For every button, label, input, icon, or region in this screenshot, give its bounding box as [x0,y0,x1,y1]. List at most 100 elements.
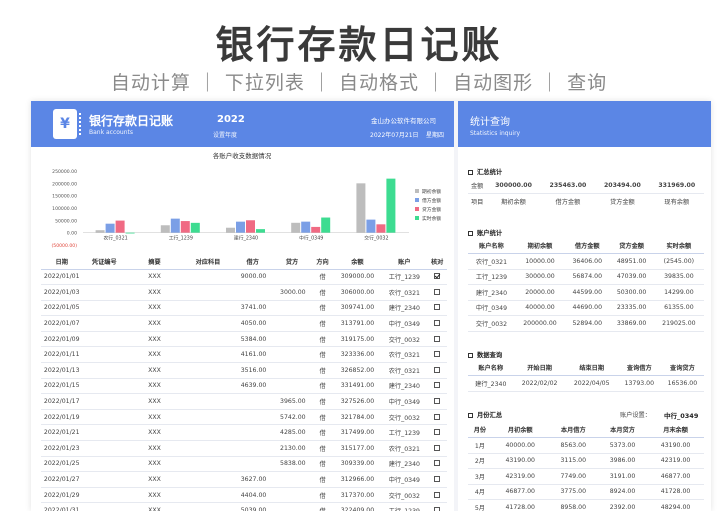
journal-cell-account[interactable]: 农行_0321 [381,284,428,301]
journal-cell-account[interactable]: 交行_0032 [381,409,428,426]
journal-cell-date[interactable]: 2022/01/11 [41,346,83,364]
journal-cell-balance[interactable]: 326852.00 [333,362,382,379]
journal-cell-subject[interactable] [182,315,234,332]
journal-cell-debit[interactable]: 3627.00 [233,471,273,488]
journal-cell-date[interactable]: 2022/01/25 [41,456,83,473]
journal-cell-account[interactable]: 建行_2340 [381,456,428,473]
journal-cell-subject[interactable] [182,487,234,504]
journal-cell-balance[interactable]: 312966.00 [333,471,382,488]
journal-cell-subject[interactable] [182,300,234,317]
journal-cell-voucher[interactable] [82,362,127,379]
journal-cell-desc[interactable]: XXX [126,440,183,457]
journal-cell-debit[interactable] [233,456,273,473]
journal-cell-balance[interactable]: 319175.00 [333,331,382,348]
check-checkbox[interactable] [434,398,441,405]
journal-cell-account[interactable]: 农行_0321 [381,362,428,379]
journal-cell-date[interactable]: 2022/01/27 [41,471,83,488]
journal-cell-credit[interactable]: 2130.00 [272,440,312,457]
journal-cell-desc[interactable]: XXX [126,346,183,364]
journal-cell-desc[interactable]: XXX [126,331,183,348]
journal-cell-account[interactable]: 农行_0321 [381,346,428,364]
journal-cell-date[interactable]: 2022/01/01 [41,269,83,286]
journal-cell-voucher[interactable] [82,487,127,504]
journal-cell-date[interactable]: 2022/01/29 [41,487,83,504]
journal-cell-credit[interactable] [272,471,312,488]
journal-cell-date[interactable]: 2022/01/07 [41,315,83,332]
journal-cell-balance[interactable]: 309339.00 [333,456,382,473]
check-checkbox[interactable] [434,476,441,483]
journal-cell-credit[interactable] [272,487,312,504]
journal-cell-account[interactable]: 工行_1239 [381,424,428,442]
journal-cell-credit[interactable] [272,300,312,317]
journal-cell-credit[interactable]: 4285.00 [272,424,312,442]
query-cell[interactable]: 建行_2340 [468,375,514,392]
check-checkbox[interactable] [434,304,441,311]
journal-cell-subject[interactable] [182,471,234,488]
year-value[interactable]: 2022 [217,114,245,125]
journal-cell-subject[interactable] [182,346,234,364]
journal-cell-debit[interactable] [233,284,273,301]
journal-cell-debit[interactable]: 4161.00 [233,346,273,364]
check-checkbox[interactable] [434,288,441,295]
journal-cell-voucher[interactable] [82,331,127,348]
journal-cell-desc[interactable]: XXX [126,456,183,473]
journal-cell-desc[interactable]: XXX [126,284,183,301]
journal-cell-balance[interactable]: 331491.00 [333,378,382,395]
journal-cell-date[interactable]: 2022/01/31 [41,502,83,511]
journal-cell-balance[interactable]: 317370.00 [333,487,382,504]
journal-cell-desc[interactable]: XXX [126,315,183,332]
journal-cell-desc[interactable]: XXX [126,393,183,410]
journal-cell-voucher[interactable] [82,284,127,301]
journal-cell-date[interactable]: 2022/01/23 [41,440,83,457]
journal-cell-debit[interactable]: 4639.00 [233,378,273,395]
journal-cell-debit[interactable]: 4050.00 [233,315,273,332]
journal-cell-credit[interactable]: 3965.00 [272,393,312,410]
journal-cell-date[interactable]: 2022/01/15 [41,378,83,395]
journal-cell-account[interactable]: 工行_1239 [381,502,428,511]
journal-cell-debit[interactable]: 4404.00 [233,487,273,504]
journal-cell-balance[interactable]: 322409.00 [333,502,382,511]
journal-cell-date[interactable]: 2022/01/03 [41,284,83,301]
journal-cell-debit[interactable]: 3741.00 [233,300,273,317]
journal-cell-voucher[interactable] [82,502,127,511]
journal-cell-credit[interactable] [272,331,312,348]
journal-cell-voucher[interactable] [82,269,127,286]
journal-cell-desc[interactable]: XXX [126,362,183,379]
journal-cell-desc[interactable]: XXX [126,487,183,504]
journal-cell-subject[interactable] [182,502,234,511]
journal-cell-debit[interactable]: 5384.00 [233,331,273,348]
journal-cell-debit[interactable] [233,440,273,457]
journal-cell-credit[interactable]: 5742.00 [272,409,312,426]
journal-cell-subject[interactable] [182,378,234,395]
journal-cell-balance[interactable]: 323336.00 [333,346,382,364]
journal-cell-balance[interactable]: 313791.00 [333,315,382,332]
journal-cell-account[interactable]: 交行_0032 [381,487,428,504]
check-checkbox[interactable] [434,351,441,358]
journal-cell-subject[interactable] [182,424,234,442]
journal-cell-debit[interactable]: 3516.00 [233,362,273,379]
journal-cell-account[interactable]: 农行_0321 [381,440,428,457]
journal-cell-date[interactable]: 2022/01/13 [41,362,83,379]
journal-cell-debit[interactable]: 9000.00 [233,269,273,286]
journal-cell-desc[interactable]: XXX [126,409,183,426]
check-checkbox[interactable] [434,507,441,511]
journal-cell-balance[interactable]: 327526.00 [333,393,382,410]
check-checkbox[interactable] [434,491,441,498]
journal-cell-voucher[interactable] [82,393,127,410]
journal-cell-balance[interactable]: 321784.00 [333,409,382,426]
journal-cell-credit[interactable]: 5838.00 [272,456,312,473]
journal-cell-subject[interactable] [182,409,234,426]
journal-cell-balance[interactable]: 317499.00 [333,424,382,442]
check-checkbox[interactable] [434,382,441,389]
journal-cell-desc[interactable]: XXX [126,269,183,286]
check-checkbox[interactable] [434,413,441,420]
journal-cell-subject[interactable] [182,456,234,473]
journal-cell-account[interactable]: 建行_2340 [381,300,428,317]
journal-cell-balance[interactable]: 309000.00 [333,269,382,286]
journal-cell-credit[interactable] [272,346,312,364]
check-checkbox[interactable] [434,429,441,436]
journal-cell-subject[interactable] [182,331,234,348]
journal-cell-subject[interactable] [182,269,234,286]
journal-cell-balance[interactable]: 309741.00 [333,300,382,317]
journal-cell-subject[interactable] [182,362,234,379]
